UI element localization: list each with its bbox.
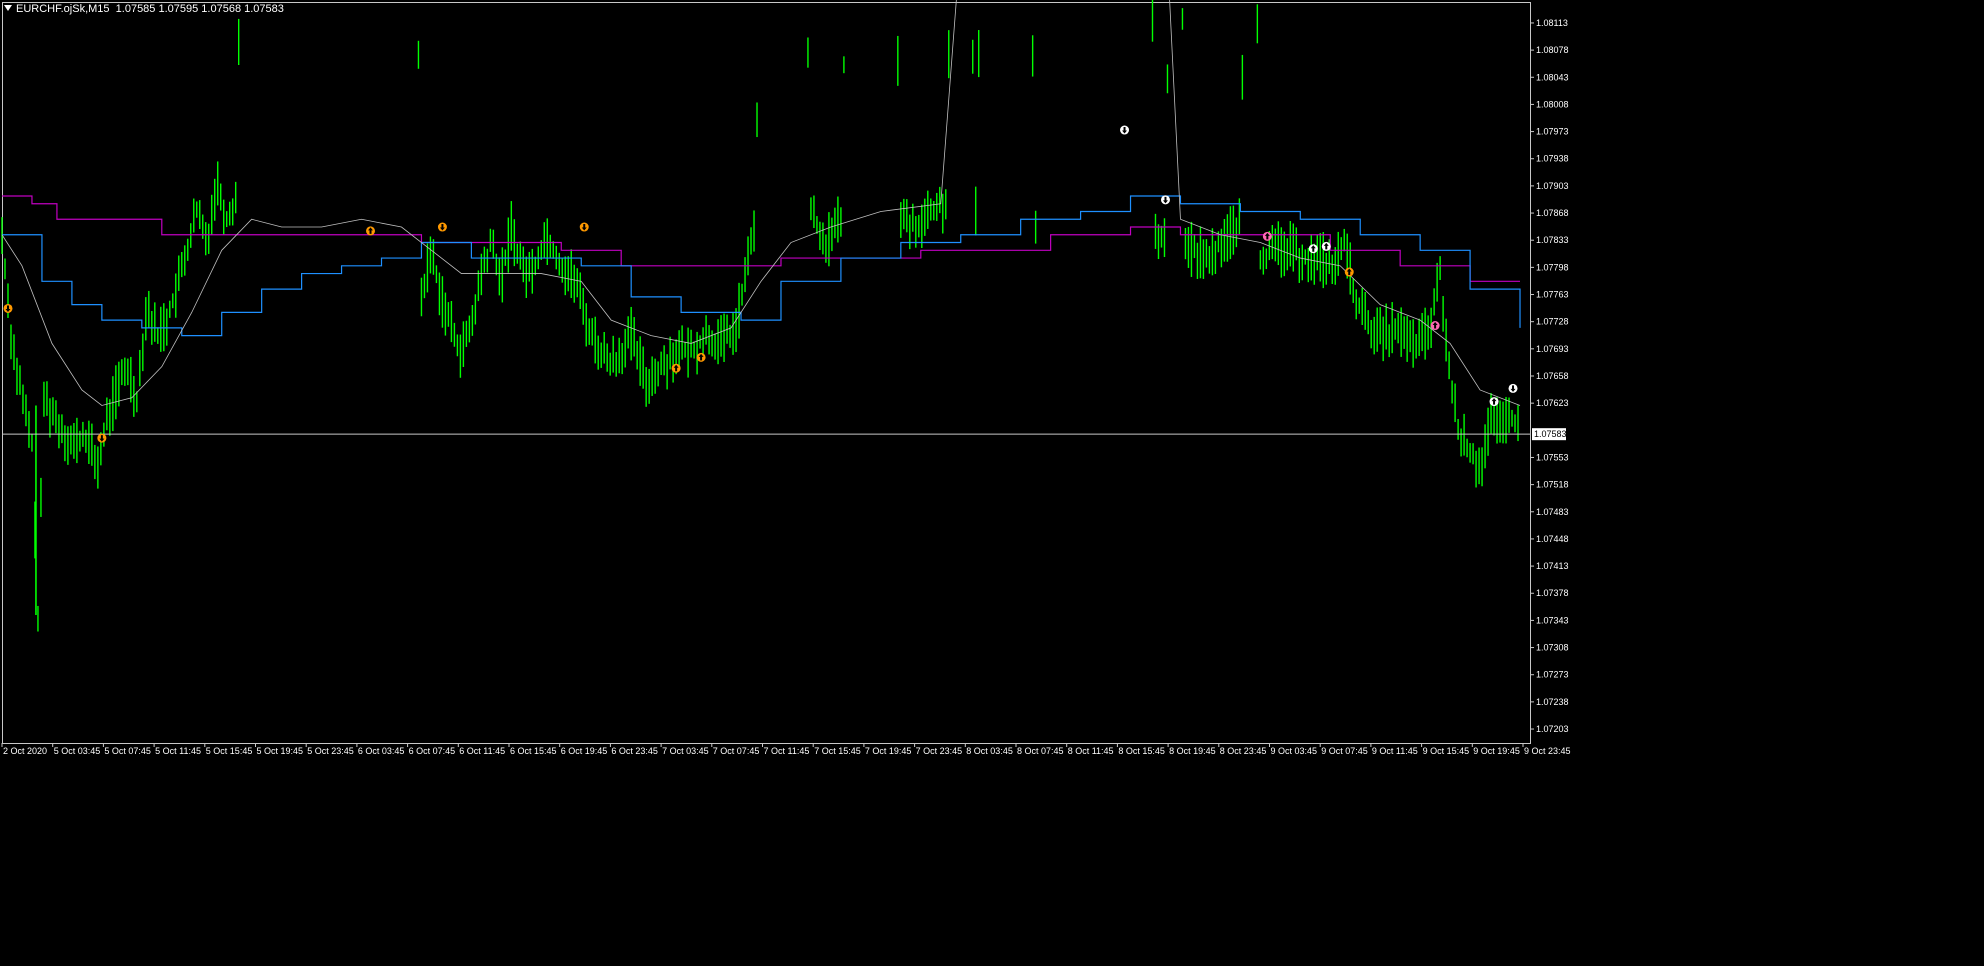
x-tick-label: 9 Oct 19:45 <box>1473 746 1520 756</box>
y-tick-label: 1.07238 <box>1536 697 1569 707</box>
signal-marker-icon <box>1120 125 1130 135</box>
signal-marker-icon <box>437 222 447 232</box>
x-tick-label: 8 Oct 11:45 <box>1068 746 1114 756</box>
x-tick-label: 5 Oct 03:45 <box>54 746 101 756</box>
chart-background <box>0 0 1984 961</box>
y-tick-label: 1.08078 <box>1536 45 1569 55</box>
x-tick-label: 6 Oct 03:45 <box>358 746 405 756</box>
y-tick-label: 1.07938 <box>1536 154 1569 164</box>
signal-marker-icon <box>97 433 107 443</box>
x-tick-label: 7 Oct 07:45 <box>713 746 760 756</box>
x-tick-label: 7 Oct 19:45 <box>865 746 912 756</box>
x-tick-label: 6 Oct 23:45 <box>611 746 658 756</box>
x-tick-label: 6 Oct 11:45 <box>459 746 505 756</box>
signal-marker-icon <box>579 222 589 232</box>
y-tick-label: 1.07448 <box>1536 534 1569 544</box>
y-tick-label: 1.07273 <box>1536 670 1569 680</box>
y-tick-label: 1.07868 <box>1536 208 1569 218</box>
collapse-triangle-icon[interactable] <box>4 5 12 11</box>
signal-marker-icon <box>1160 195 1170 205</box>
signal-marker-icon <box>1430 321 1440 331</box>
y-tick-label: 1.07728 <box>1536 317 1569 327</box>
signal-marker-icon <box>1262 231 1272 241</box>
x-tick-label: 5 Oct 15:45 <box>206 746 253 756</box>
signal-marker-icon <box>366 226 376 236</box>
y-tick-label: 1.08008 <box>1536 99 1569 109</box>
y-tick-label: 1.07623 <box>1536 398 1569 408</box>
chart-header: EURCHF.ojSk,M15 1.07585 1.07595 1.07568 … <box>4 3 284 15</box>
y-tick-label: 1.07343 <box>1536 615 1569 625</box>
x-tick-label: 5 Oct 11:45 <box>155 746 201 756</box>
x-tick-label: 9 Oct 23:45 <box>1524 746 1571 756</box>
x-tick-label: 9 Oct 11:45 <box>1372 746 1418 756</box>
x-tick-label: 8 Oct 03:45 <box>966 746 1013 756</box>
y-tick-label: 1.08113 <box>1536 18 1568 28</box>
y-tick-label: 1.07763 <box>1536 290 1569 300</box>
x-tick-label: 6 Oct 19:45 <box>561 746 608 756</box>
x-tick-label: 9 Oct 15:45 <box>1423 746 1470 756</box>
signal-marker-icon <box>1321 241 1331 251</box>
x-tick-label: 7 Oct 03:45 <box>662 746 709 756</box>
x-tick-label: 7 Oct 15:45 <box>814 746 861 756</box>
x-tick-label: 8 Oct 23:45 <box>1220 746 1267 756</box>
chart-window[interactable]: 1.08113 1.08078 1.08043 1.08008 1.07973 1.079… <box>0 0 1984 961</box>
x-tick-label: 7 Oct 23:45 <box>916 746 963 756</box>
current-price-label: 1.07583 <box>1534 429 1567 439</box>
x-tick-label: 5 Oct 23:45 <box>307 746 354 756</box>
ohlc-values: 1.07585 1.07595 1.07568 1.07583 <box>115 3 284 15</box>
y-tick-label: 1.07413 <box>1536 561 1569 571</box>
y-tick-label: 1.07378 <box>1536 588 1569 598</box>
y-tick-label: 1.07203 <box>1536 724 1569 734</box>
signal-marker-icon <box>671 363 681 373</box>
symbol-timeframe: EURCHF.ojSk,M15 <box>16 3 110 15</box>
y-tick-label: 1.07903 <box>1536 181 1569 191</box>
x-tick-label: 6 Oct 07:45 <box>409 746 456 756</box>
price-chart[interactable]: 1.08113 1.08078 1.08043 1.08008 1.07973 1.079… <box>0 0 1984 961</box>
y-tick-label: 1.07308 <box>1536 643 1569 653</box>
signal-marker-icon <box>1489 397 1499 407</box>
x-tick-label: 8 Oct 19:45 <box>1169 746 1216 756</box>
y-tick-label: 1.07833 <box>1536 235 1569 245</box>
signal-marker-icon <box>696 352 706 362</box>
y-tick-label: 1.07658 <box>1536 371 1569 381</box>
y-tick-label: 1.07693 <box>1536 344 1569 354</box>
y-tick-label: 1.07973 <box>1536 127 1569 137</box>
x-tick-label: 8 Oct 07:45 <box>1017 746 1064 756</box>
x-tick-label: 2 Oct 2020 <box>3 746 47 756</box>
signal-marker-icon <box>1344 267 1354 277</box>
x-tick-label: 5 Oct 07:45 <box>104 746 151 756</box>
x-tick-label: 6 Oct 15:45 <box>510 746 557 756</box>
signal-marker-icon <box>1508 383 1518 393</box>
y-tick-label: 1.07483 <box>1536 507 1569 517</box>
y-tick-label: 1.07553 <box>1536 452 1569 462</box>
signal-marker-icon <box>3 303 13 313</box>
x-tick-label: 5 Oct 19:45 <box>257 746 304 756</box>
y-tick-label: 1.07518 <box>1536 480 1569 490</box>
signal-marker-icon <box>1308 244 1318 254</box>
x-tick-label: 9 Oct 07:45 <box>1321 746 1368 756</box>
y-tick-label: 1.07798 <box>1536 262 1569 272</box>
y-tick-label: 1.08043 <box>1536 72 1569 82</box>
x-tick-label: 8 Oct 15:45 <box>1118 746 1165 756</box>
x-tick-label: 9 Oct 03:45 <box>1271 746 1318 756</box>
x-tick-label: 7 Oct 11:45 <box>764 746 810 756</box>
